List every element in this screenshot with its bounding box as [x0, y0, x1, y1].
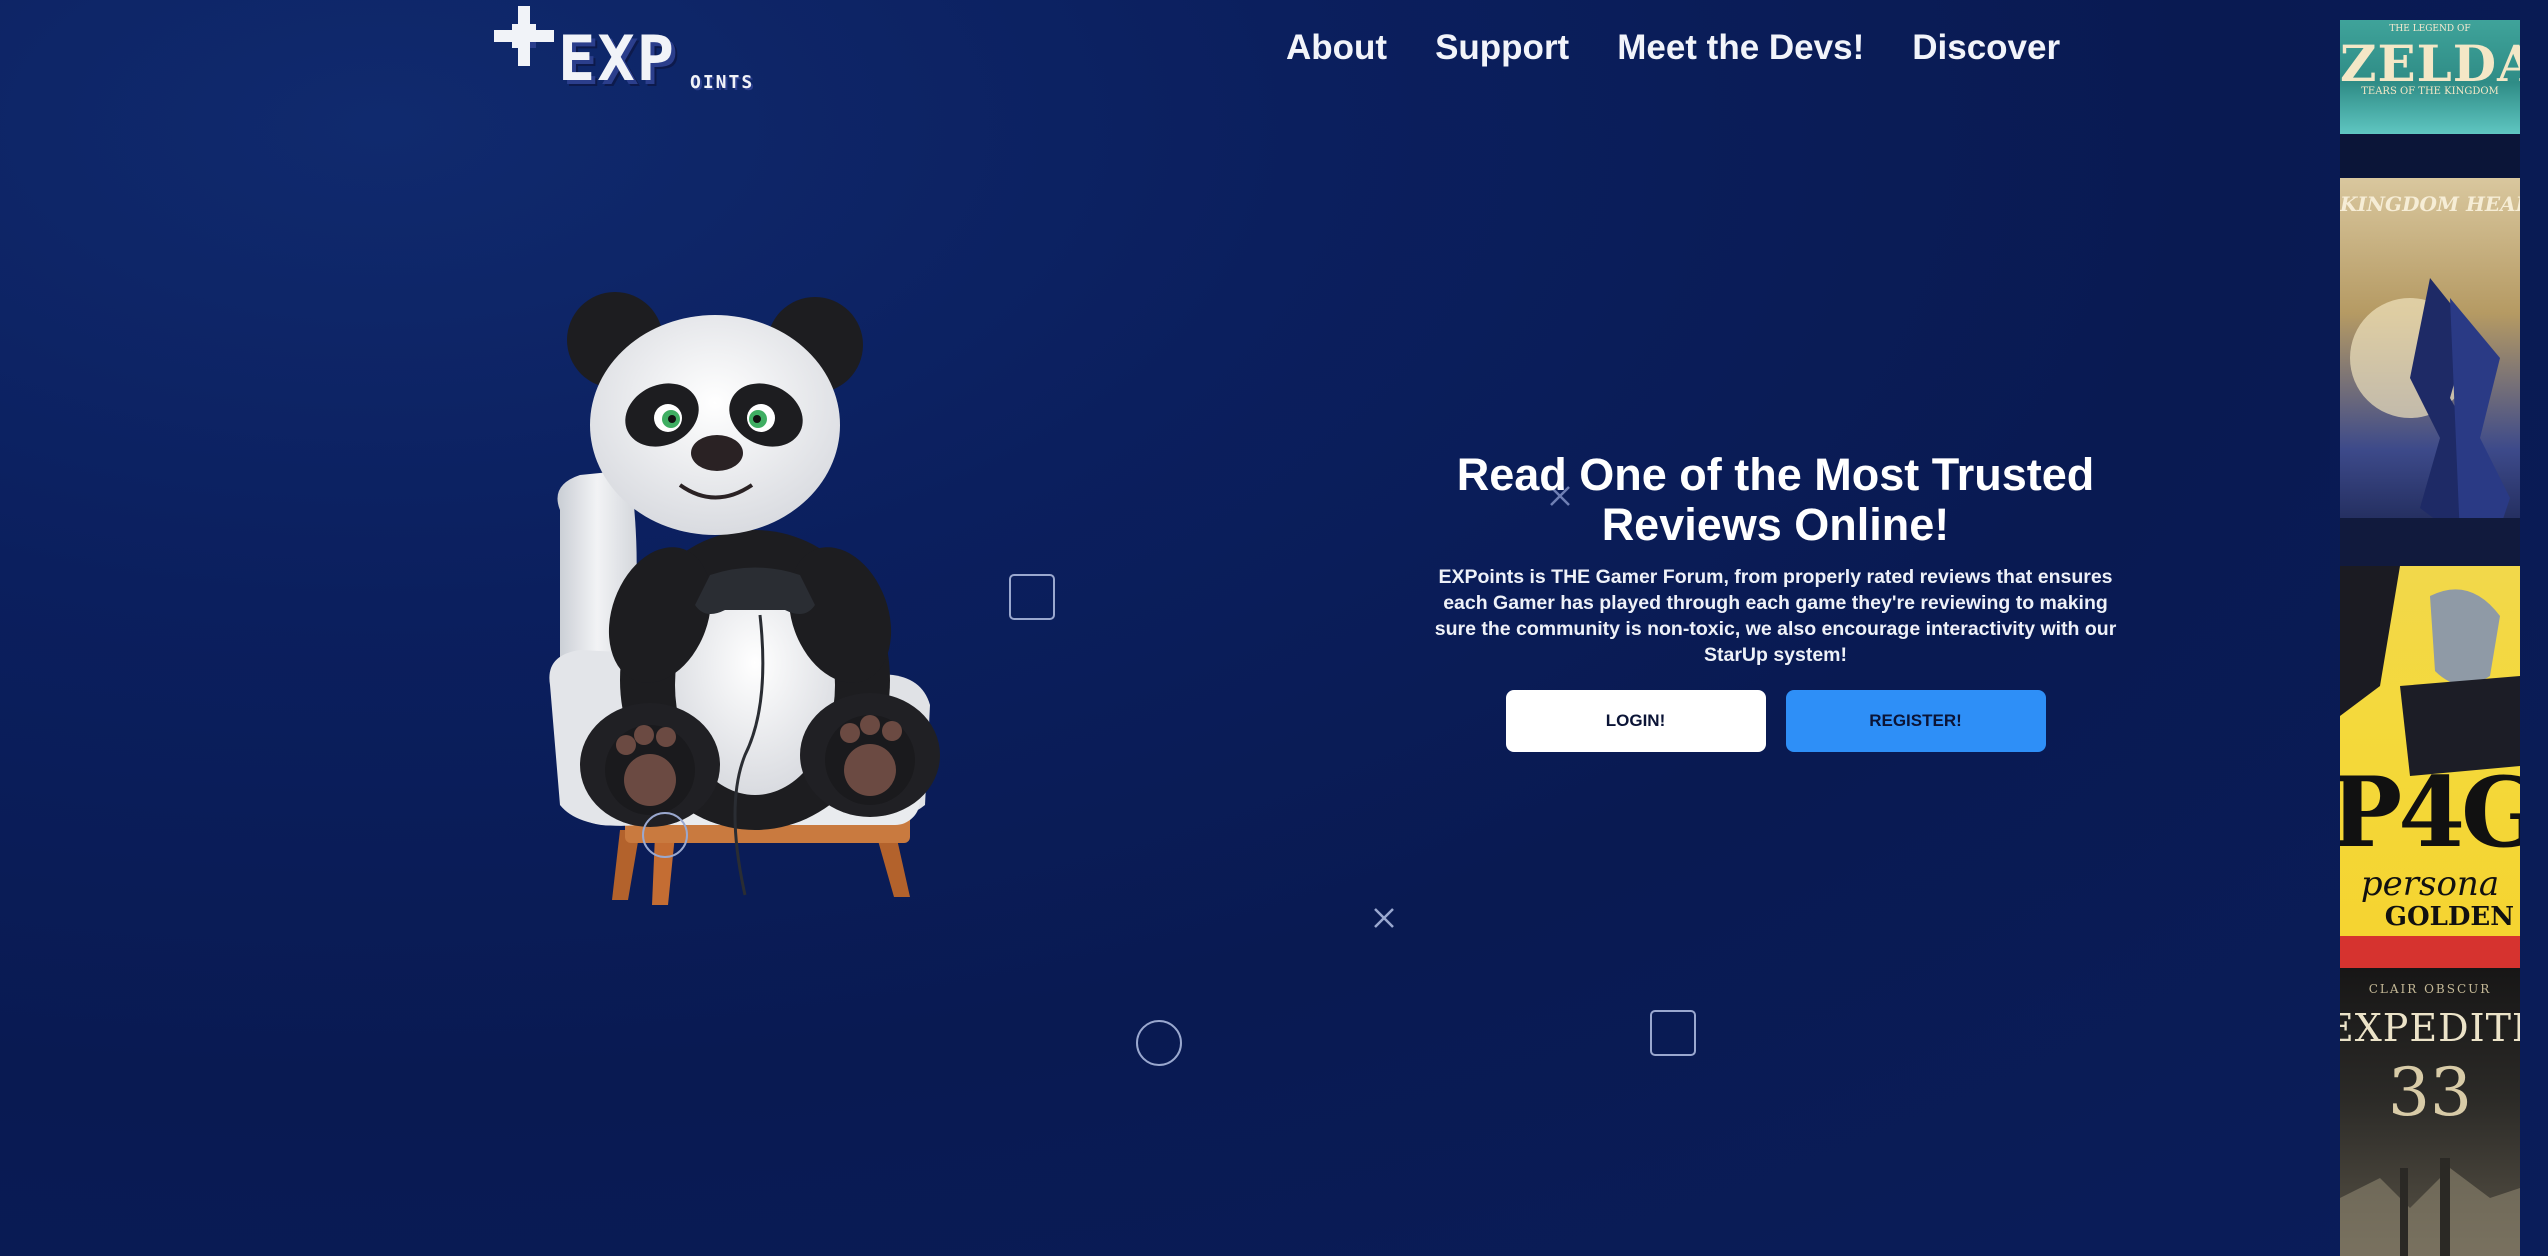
- sparkle-icon: [494, 6, 554, 66]
- hero-title: Read One of the Most Trusted Reviews Onl…: [1456, 449, 2095, 550]
- panda-gamer-illustration: [549, 292, 940, 905]
- kingdom-hearts-art: [2340, 278, 2520, 566]
- cover-gap: [2340, 134, 2520, 178]
- zelda-small-text: THE LEGEND OF: [2389, 24, 2471, 34]
- persona-subtitle: persona: [2360, 864, 2500, 904]
- expedition-title: EXPEDITION: [2340, 1006, 2520, 1050]
- logo-subtext: OINTS: [690, 72, 755, 93]
- decor-square: [1650, 1010, 1696, 1056]
- nav-meet-devs-link[interactable]: Meet the Devs!: [1617, 28, 1864, 68]
- main-nav: About Support Meet the Devs! Discover: [1286, 28, 2060, 68]
- nav-about-link[interactable]: About: [1286, 28, 1387, 68]
- zelda-subtitle: TEARS OF THE KINGDOM: [2361, 86, 2499, 97]
- expedition-small-text: CLAIR OBSCUR: [2368, 982, 2492, 996]
- persona-title: P4G: [2340, 756, 2520, 869]
- kingdom-hearts-title: KINGDOM HEARTS: [2340, 192, 2520, 216]
- game-cover-persona-4-golden[interactable]: P4G persona GOLDEN: [2340, 566, 2520, 968]
- expedition-number: 33: [2388, 1054, 2472, 1131]
- hero-buttons: LOGIN! REGISTER!: [1420, 690, 2131, 752]
- nav-discover-link[interactable]: Discover: [1912, 28, 2060, 68]
- expedition-art: [2340, 1158, 2520, 1256]
- hero-description: EXPoints is THE Gamer Forum, from proper…: [1434, 566, 2117, 666]
- decor-circle: [1136, 1020, 1182, 1066]
- zelda-title: ZELDA: [2340, 34, 2520, 93]
- game-cover-carousel[interactable]: THE LEGEND OF ZELDA TEARS OF THE KINGDOM…: [2340, 20, 2520, 1256]
- decor-circle: [642, 812, 688, 858]
- decor-square: [1009, 574, 1055, 620]
- decor-x: [1374, 908, 1394, 928]
- login-button[interactable]: LOGIN!: [1505, 690, 1766, 752]
- logo-text: EXP: [558, 22, 676, 95]
- persona-golden-text: GOLDEN: [2384, 902, 2514, 932]
- landing-page: EXP OINTS About Support Meet the Devs! D…: [0, 0, 2548, 1256]
- game-cover-zelda[interactable]: THE LEGEND OF ZELDA TEARS OF THE KINGDOM: [2340, 20, 2520, 134]
- expoints-logo[interactable]: EXP OINTS: [490, 0, 770, 100]
- hero-section: Read One of the Most Trusted Reviews Onl…: [1420, 450, 2131, 752]
- nav-support-link[interactable]: Support: [1435, 28, 1569, 68]
- game-cover-kingdom-hearts[interactable]: KINGDOM HEARTS: [2340, 178, 2520, 566]
- register-button[interactable]: REGISTER!: [1785, 690, 2046, 752]
- game-cover-expedition-33[interactable]: CLAIR OBSCUR EXPEDITION 33: [2340, 968, 2520, 1256]
